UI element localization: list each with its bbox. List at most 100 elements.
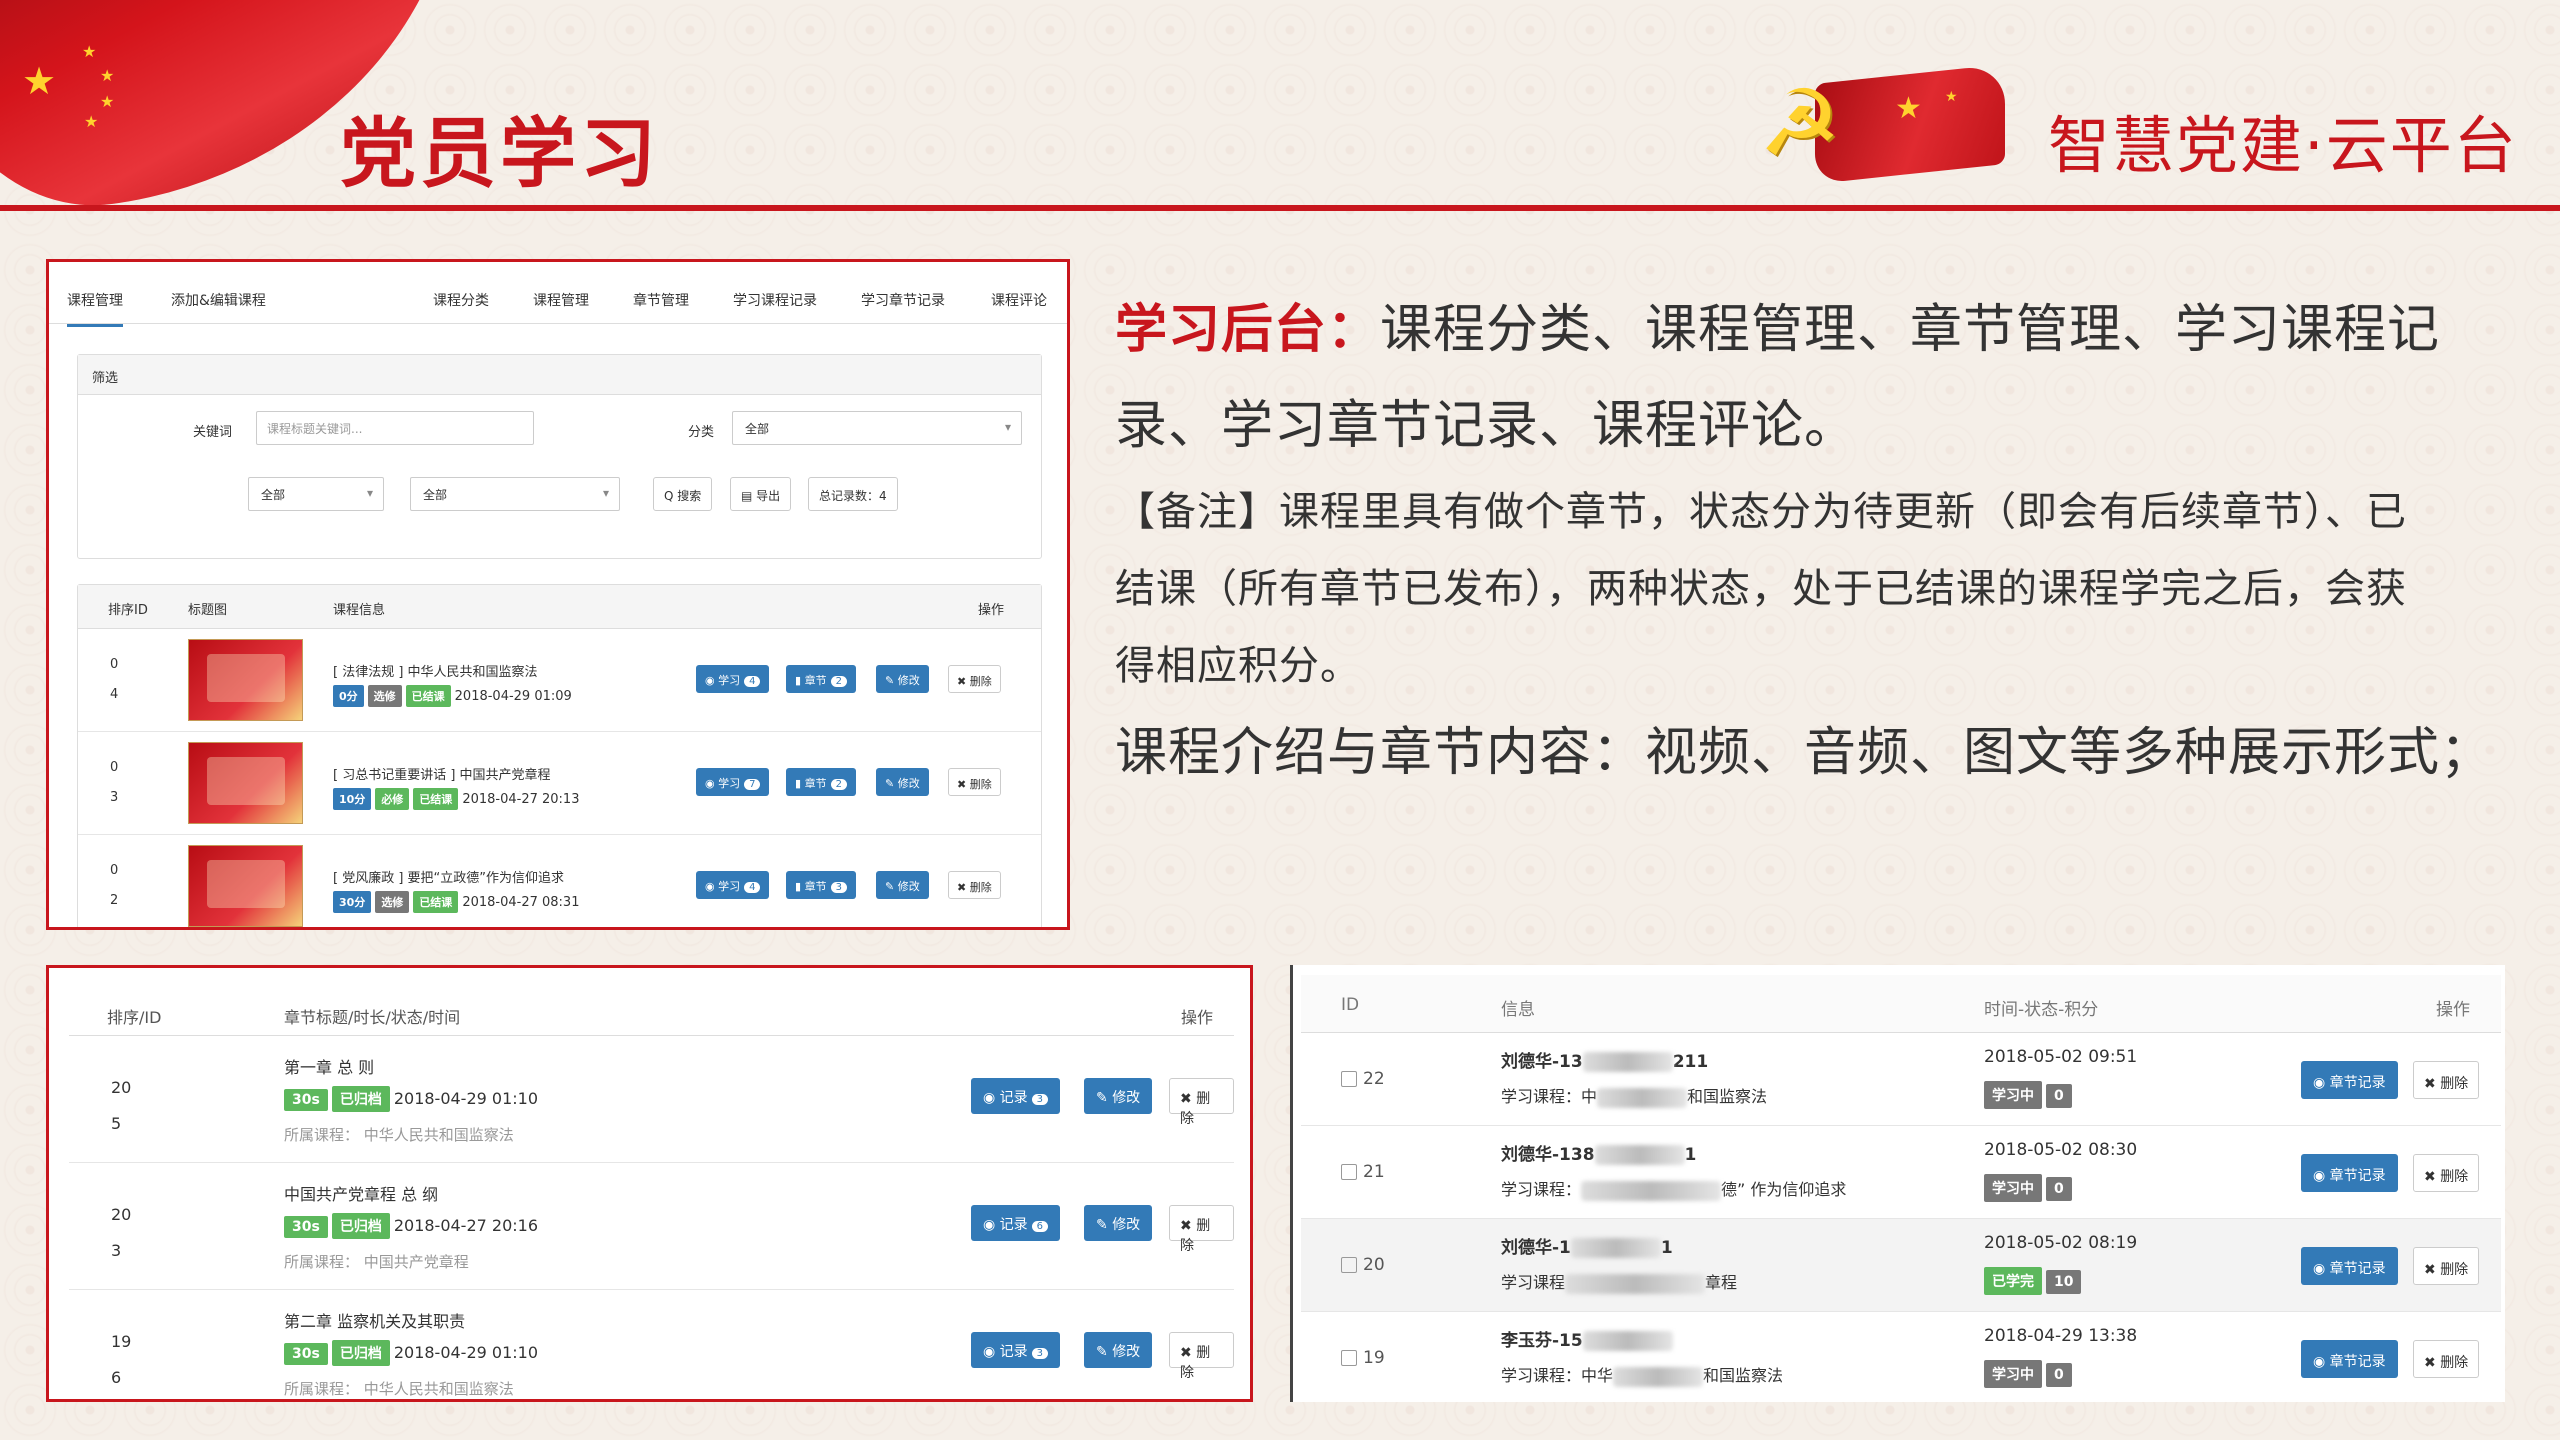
tab-course-management[interactable]: 课程管理 xyxy=(533,290,589,310)
record-label: 记录 xyxy=(999,1217,1028,1233)
row-checkbox[interactable] xyxy=(1341,1350,1357,1366)
chapter-course: 所属课程： 中国共产党章程 xyxy=(284,1251,469,1272)
course-title[interactable]: [ 法律法规 ] 中华人民共和国监察法 xyxy=(333,661,538,680)
chapter-button[interactable]: ▮ 章节 2 xyxy=(786,768,856,796)
eye-icon: ◉ xyxy=(2313,1168,2330,1184)
chapter-title[interactable]: 第二章 监察机关及其职责 xyxy=(284,1308,465,1332)
status-select[interactable]: 全部 xyxy=(248,477,384,511)
delete-button[interactable]: ✖ 删除 xyxy=(2413,1061,2480,1099)
record-button[interactable]: ◉ 记录 3 xyxy=(971,1332,1061,1368)
chapter-record-button[interactable]: ◉ 章节记录 xyxy=(2301,1154,2398,1192)
course-admin-panel: 课程管理 添加&编辑课程 课程分类 课程管理 章节管理 学习课程记录 学习章节记… xyxy=(46,259,1070,930)
tab-add-edit-course[interactable]: 添加&编辑课程 xyxy=(171,290,266,310)
edit-button[interactable]: ✎ 修改 xyxy=(1084,1332,1153,1368)
edit-button[interactable]: ✎ 修改 xyxy=(876,871,929,899)
category-select[interactable]: 全部 xyxy=(732,411,1022,445)
study-button[interactable]: ◉ 学习 4 xyxy=(696,871,770,899)
study-label: 学习 xyxy=(718,674,741,687)
search-button[interactable]: Q 搜索 xyxy=(653,477,713,511)
chapter-count: 2 xyxy=(830,676,847,687)
col-sort-id: 排序/ID xyxy=(107,1008,162,1027)
edit-button[interactable]: ✎ 修改 xyxy=(876,665,929,693)
course-meta: 10分 必修 已结课 2018-04-27 20:13 xyxy=(333,788,579,810)
row-checkbox[interactable] xyxy=(1341,1164,1357,1180)
member-name-start: 刘德华-1 xyxy=(1501,1238,1571,1258)
course-time: 2018-04-27 08:31 xyxy=(462,895,580,910)
delete-button[interactable]: ✖ 删除 xyxy=(948,665,1001,693)
edit-button[interactable]: ✎ 修改 xyxy=(1084,1078,1153,1114)
course-title[interactable]: [ 习总书记重要讲话 ] 中国共产党章程 xyxy=(333,764,551,783)
table-row: 0 3 [ 习总书记重要讲话 ] 中国共产党章程 10分 必修 已结课 2018-04… xyxy=(78,732,1041,835)
close-icon: ✖ xyxy=(1180,1345,1197,1361)
table-header: 排序ID 标题图 课程信息 操作 xyxy=(78,585,1041,629)
delete-label: 删除 xyxy=(969,778,992,791)
course-time: 2018-04-29 01:09 xyxy=(454,689,572,704)
type-select[interactable]: 全部 xyxy=(410,477,620,511)
chapter-button[interactable]: ▮ 章节 2 xyxy=(786,665,856,693)
course-title[interactable]: [ 党风廉政 ] 要把“立政德”作为信仰追求 xyxy=(333,867,564,886)
col-info: 信息 xyxy=(1501,1000,1535,1020)
close-icon: ✖ xyxy=(957,881,970,894)
export-button[interactable]: ▤ 导出 xyxy=(730,477,792,511)
chapter-title[interactable]: 第一章 总 则 xyxy=(284,1054,374,1078)
member-name: 李玉芬-15 xyxy=(1501,1326,1673,1351)
chapter-title[interactable]: 中国共产党章程 总 纲 xyxy=(284,1181,438,1205)
chapter-button[interactable]: ▮ 章节 3 xyxy=(786,871,856,899)
record-course-end: 和国监察法 xyxy=(1703,1366,1784,1385)
delete-button[interactable]: ✖ 删除 xyxy=(1169,1332,1234,1381)
tab-course-manage[interactable]: 课程管理 xyxy=(67,290,123,327)
chapter-record-button[interactable]: ◉ 章节记录 xyxy=(2301,1247,2398,1285)
record-button[interactable]: ◉ 记录 6 xyxy=(971,1205,1061,1241)
chapter-time: 2018-04-27 20:16 xyxy=(393,1216,539,1235)
redacted xyxy=(1570,1238,1661,1258)
record-course-end: 章程 xyxy=(1705,1273,1738,1292)
delete-label: 删除 xyxy=(2440,1076,2469,1092)
row-checkbox[interactable] xyxy=(1341,1071,1357,1087)
delete-button[interactable]: ✖ 删除 xyxy=(2413,1340,2480,1378)
table-row: 22 刘德华-13 211 学习课程：中 和国监察法 2018-05-02 09:5… xyxy=(1301,1033,2501,1126)
study-button[interactable]: ◉ 学习 7 xyxy=(696,768,770,796)
table-header: ID 信息 时间-状态-积分 操作 xyxy=(1301,975,2501,1033)
col-chapter-info: 章节标题/时长/状态/时间 xyxy=(284,1008,461,1027)
chapter-record-button[interactable]: ◉ 章节记录 xyxy=(2301,1340,2398,1378)
course-thumbnail[interactable] xyxy=(188,845,303,927)
status-badge: 已结课 xyxy=(405,685,451,707)
sort-value: 0 xyxy=(110,657,119,672)
delete-button[interactable]: ✖ 删除 xyxy=(1169,1205,1234,1254)
delete-button[interactable]: ✖ 删除 xyxy=(948,768,1001,796)
chapter-time: 2018-04-29 01:10 xyxy=(393,1089,539,1108)
delete-button[interactable]: ✖ 删除 xyxy=(2413,1247,2480,1285)
delete-button[interactable]: ✖ 删除 xyxy=(2413,1154,2480,1192)
record-count: 6 xyxy=(1031,1221,1049,1232)
redacted xyxy=(1594,1145,1685,1165)
close-icon: ✖ xyxy=(2424,1262,2441,1278)
eye-icon: ◉ xyxy=(2313,1354,2330,1370)
edit-button[interactable]: ✎ 修改 xyxy=(876,768,929,796)
edit-button[interactable]: ✎ 修改 xyxy=(1084,1205,1153,1241)
chapter-course: 所属课程： 中华人民共和国监察法 xyxy=(284,1378,514,1399)
delete-button[interactable]: ✖ 删除 xyxy=(948,871,1001,899)
col-thumbnail: 标题图 xyxy=(188,603,228,618)
course-thumbnail[interactable] xyxy=(188,639,303,721)
status-badge: 学习中 xyxy=(1984,1360,2042,1388)
row-checkbox[interactable] xyxy=(1341,1257,1357,1273)
keyword-input[interactable]: 课程标题关键词... xyxy=(256,411,534,445)
close-icon: ✖ xyxy=(2424,1355,2441,1371)
course-thumbnail[interactable] xyxy=(188,742,303,824)
delete-button[interactable]: ✖ 删除 xyxy=(1169,1078,1234,1127)
tab-chapter-management[interactable]: 章节管理 xyxy=(633,290,689,310)
eye-icon: ◉ xyxy=(983,1090,1000,1106)
tab-chapter-records[interactable]: 学习章节记录 xyxy=(861,290,945,310)
duration-badge: 30s xyxy=(284,1216,328,1238)
star-icon: ★ xyxy=(1945,89,1958,105)
chapter-record-button[interactable]: ◉ 章节记录 xyxy=(2301,1061,2398,1099)
tab-course-records[interactable]: 学习课程记录 xyxy=(733,290,817,310)
record-button[interactable]: ◉ 记录 3 xyxy=(971,1078,1061,1114)
tab-course-comments[interactable]: 课程评论 xyxy=(991,290,1047,310)
id-value: 6 xyxy=(111,1368,122,1387)
study-button[interactable]: ◉ 学习 4 xyxy=(696,665,770,693)
delete-label: 删除 xyxy=(969,881,992,894)
eye-icon: ◉ xyxy=(705,674,719,687)
tab-course-category[interactable]: 课程分类 xyxy=(433,290,489,310)
delete-label: 删除 xyxy=(2440,1355,2469,1371)
